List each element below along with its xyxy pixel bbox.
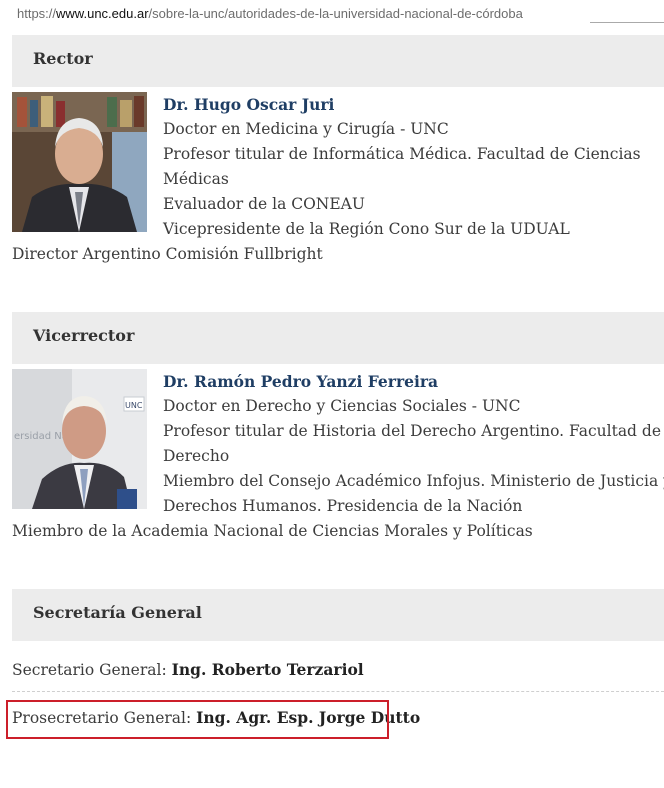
url-scheme: https:// bbox=[17, 6, 57, 21]
address-bar[interactable]: https://www.unc.edu.ar/sobre-la-unc/auto… bbox=[0, 0, 664, 28]
row-divider bbox=[12, 691, 664, 692]
highlight-box bbox=[6, 700, 389, 739]
section-header-secretaria: Secretaría General bbox=[12, 589, 664, 641]
secretario-label: Secretario General: bbox=[12, 661, 167, 679]
secretario-row: Secretario General: Ing. Roberto Terzari… bbox=[12, 657, 364, 683]
vicerrector-line-4: Miembro del Consejo Académico Infojus. M… bbox=[163, 472, 664, 490]
rector-line-2: Profesor titular de Informática Médica. … bbox=[163, 145, 641, 163]
rector-line-6: Director Argentino Comisión Fullbright bbox=[12, 245, 323, 263]
vicerrector-bio: Dr. Ramón Pedro Yanzi Ferreira Doctor en… bbox=[163, 369, 664, 519]
rector-name: Dr. Hugo Oscar Juri bbox=[163, 95, 335, 114]
vicerrector-photo: ersidad Nacio UNC bbox=[12, 369, 147, 509]
vicerrector-line-2: Profesor titular de Historia del Derecho… bbox=[163, 422, 662, 440]
vicerrector-line-6: Miembro de la Academia Nacional de Cienc… bbox=[12, 522, 533, 540]
rector-line-3: Médicas bbox=[163, 170, 229, 188]
url-path: /sobre-la-unc/autoridades-de-la-universi… bbox=[148, 6, 523, 21]
section-header-rector: Rector bbox=[12, 35, 664, 87]
section-header-vicerrector: Vicerrector bbox=[12, 312, 664, 364]
rector-line-1: Doctor en Medicina y Cirugía - UNC bbox=[163, 120, 449, 138]
vicerrector-line-3: Derecho bbox=[163, 447, 230, 465]
section-title-vicerrector: Vicerrector bbox=[33, 326, 135, 345]
address-bar-divider bbox=[590, 22, 664, 23]
vicerrector-name: Dr. Ramón Pedro Yanzi Ferreira bbox=[163, 372, 439, 391]
rector-photo bbox=[12, 92, 147, 232]
vicerrector-line-1: Doctor en Derecho y Ciencias Sociales - … bbox=[163, 397, 521, 415]
url-text[interactable]: https://www.unc.edu.ar/sobre-la-unc/auto… bbox=[17, 0, 523, 28]
vicerrector-line-5: Derechos Humanos. Presidencia de la Naci… bbox=[163, 497, 523, 515]
rector-line-5: Vicepresidente de la Región Cono Sur de … bbox=[163, 220, 570, 238]
svg-text:UNC: UNC bbox=[125, 401, 143, 410]
rector-line-4: Evaluador de la CONEAU bbox=[163, 195, 365, 213]
section-title-secretaria: Secretaría General bbox=[33, 603, 202, 622]
section-title-rector: Rector bbox=[33, 49, 93, 68]
secretario-name: Ing. Roberto Terzariol bbox=[171, 660, 364, 679]
rector-bio: Dr. Hugo Oscar Juri Doctor en Medicina y… bbox=[163, 92, 663, 242]
url-host: www.unc.edu.ar bbox=[56, 6, 149, 21]
